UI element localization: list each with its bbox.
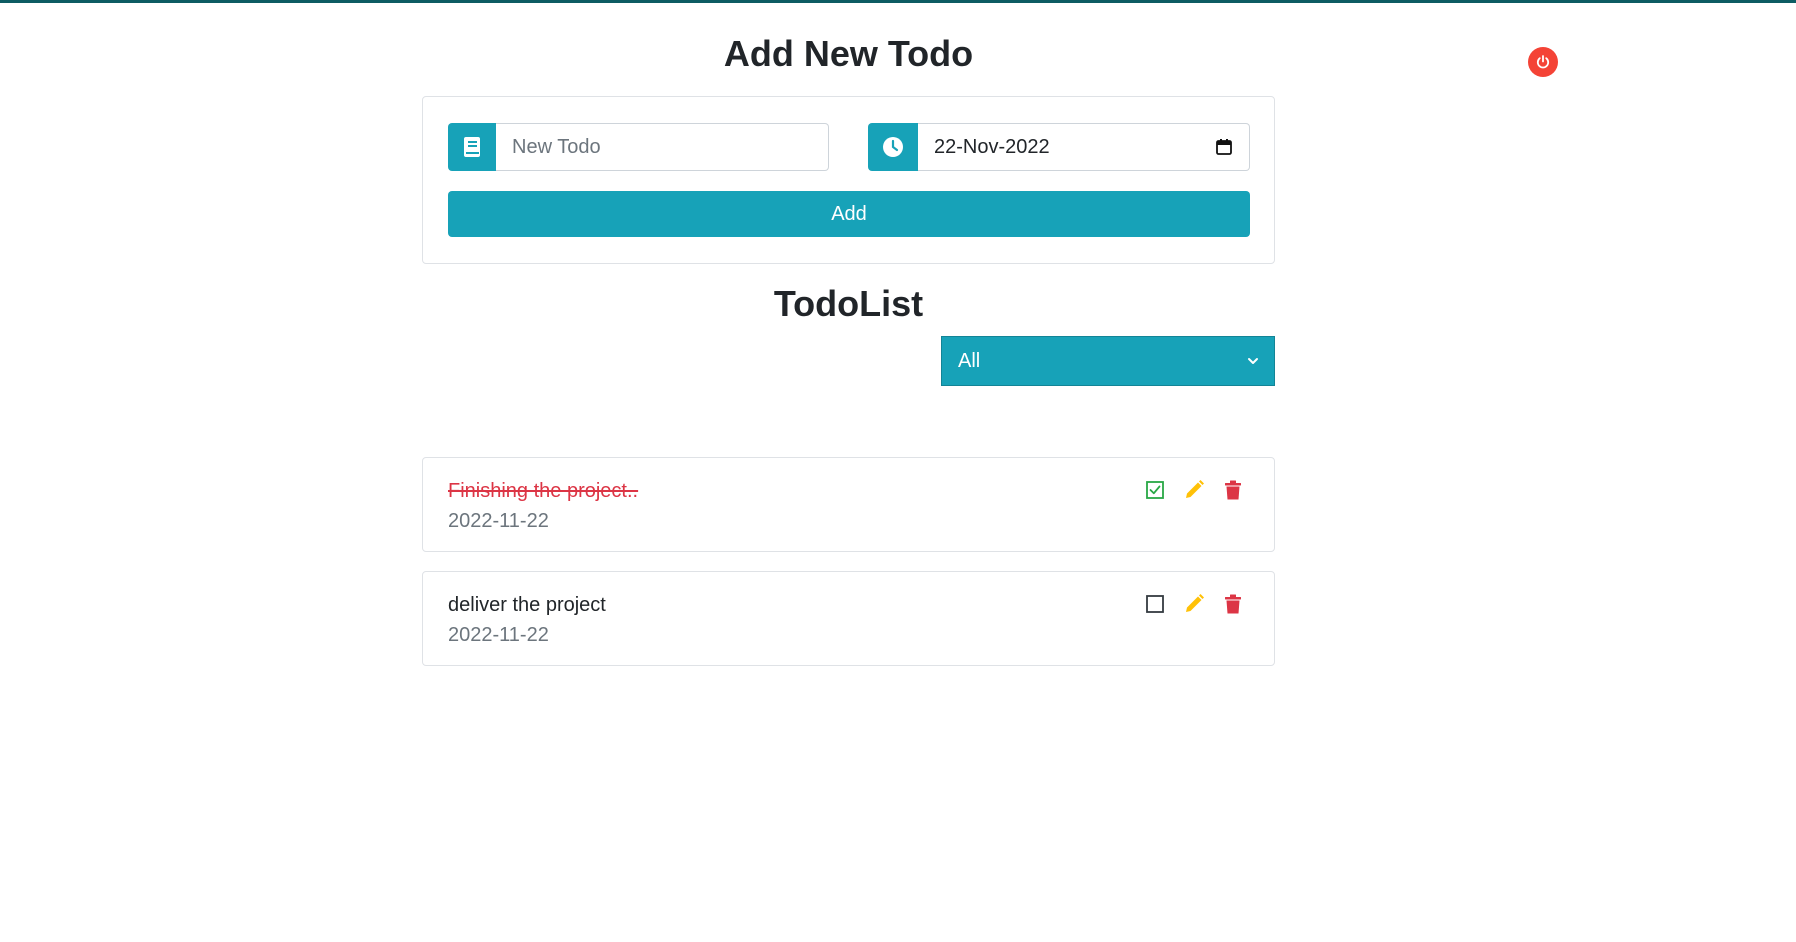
calendar-icon[interactable]: [1215, 138, 1233, 156]
filter-select[interactable]: All: [941, 336, 1275, 386]
todo-date: 2022-11-22: [448, 510, 549, 532]
date-input-group: 22-Nov-2022: [868, 123, 1250, 171]
todo-input[interactable]: [496, 123, 829, 171]
page-title: Add New Todo: [723, 33, 974, 74]
trash-icon[interactable]: [1221, 592, 1245, 616]
todo-item: deliver the project 2022-11-22: [422, 571, 1275, 666]
checkbox-checked-icon[interactable]: [1143, 478, 1167, 502]
date-input[interactable]: 22-Nov-2022: [918, 123, 1250, 171]
filter-selected-value: All: [958, 349, 981, 372]
todo-text: Finishing the project..: [448, 480, 639, 502]
add-todo-card: 22-Nov-2022 Add: [422, 96, 1275, 264]
todo-item: Finishing the project.. 2022-11-22: [422, 457, 1275, 552]
trash-icon[interactable]: [1221, 478, 1245, 502]
todo-input-group: [448, 123, 829, 171]
clock-icon: [868, 123, 918, 171]
date-value: 22-Nov-2022: [934, 135, 1050, 158]
todo-actions: [1143, 478, 1260, 502]
edit-pencil-icon[interactable]: [1182, 592, 1206, 616]
list-title: TodoList: [773, 283, 924, 324]
power-icon: [1534, 53, 1552, 71]
todo-actions: [1143, 592, 1260, 616]
add-button[interactable]: Add: [448, 191, 1250, 237]
logout-button[interactable]: [1528, 47, 1558, 77]
edit-pencil-icon[interactable]: [1182, 478, 1206, 502]
book-icon: [448, 123, 496, 171]
chevron-down-icon: [1246, 356, 1260, 366]
todo-text: deliver the project: [448, 594, 606, 616]
todo-date: 2022-11-22: [448, 624, 549, 646]
top-accent-bar: [0, 0, 1796, 3]
checkbox-unchecked-icon[interactable]: [1143, 592, 1167, 616]
